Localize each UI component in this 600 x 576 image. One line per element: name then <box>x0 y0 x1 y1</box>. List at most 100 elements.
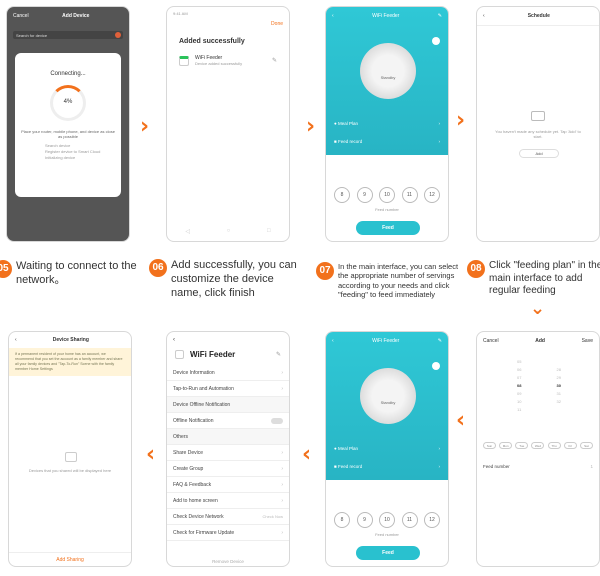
serving-option[interactable]: 11 <box>401 187 418 203</box>
step-text: In the main interface, you can select th… <box>338 262 459 300</box>
hour-option: 09 <box>517 391 522 396</box>
serving-option[interactable]: 8 <box>334 187 350 203</box>
toggle-switch[interactable] <box>271 417 283 424</box>
empty-message: Devices that you shared will be displaye… <box>28 468 112 473</box>
weekday-button[interactable]: Sat <box>579 442 593 449</box>
serving-picker[interactable]: 8 9 10 11 12 <box>334 512 440 528</box>
back-arrow-icon: ‹ <box>456 408 466 433</box>
serving-option[interactable]: 12 <box>424 512 440 528</box>
back-icon[interactable]: ‹ <box>332 338 334 344</box>
hour-column[interactable]: 05 06 07 08 09 10 11 <box>517 358 521 414</box>
feed-button[interactable]: Feed <box>356 221 420 235</box>
add-sharing-button[interactable]: Add Sharing <box>9 552 131 566</box>
meal-plan-row[interactable]: ● Meal Plan › <box>334 117 440 129</box>
edit-icon[interactable]: ✎ <box>438 338 442 344</box>
menu-device-info[interactable]: Device Information › <box>167 365 289 381</box>
page-title: Device Sharing <box>52 337 89 343</box>
cancel-button[interactable]: Cancel <box>483 338 499 344</box>
check-now-link[interactable]: Check Now <box>263 514 283 519</box>
notice-banner: If a permanent resident of your home has… <box>9 348 131 377</box>
menu-label: Add to home screen <box>173 497 218 504</box>
empty-inbox-icon <box>531 111 545 121</box>
weekday-selector[interactable]: Sun Mon Tue Wed Thu Fri Sat <box>483 442 593 449</box>
recent-nav-icon[interactable]: □ <box>267 228 271 235</box>
serving-option[interactable]: 11 <box>401 512 418 528</box>
home-nav-icon[interactable]: ○ <box>227 228 231 235</box>
back-icon[interactable]: ‹ <box>332 13 334 19</box>
close-icon[interactable] <box>115 32 121 38</box>
menu-home-screen[interactable]: Add to home screen › <box>167 493 289 509</box>
step-text: Click "feeding plan" in the main interfa… <box>489 260 600 296</box>
weekday-button[interactable]: Fri <box>563 442 577 449</box>
menu-offline-notification[interactable]: Offline Notification <box>167 413 289 429</box>
back-icon[interactable]: ‹ <box>167 332 289 348</box>
settings-icon[interactable] <box>432 37 440 45</box>
weekday-button[interactable]: Mon <box>499 442 513 449</box>
feed-record-row[interactable]: ■ Feed record › <box>334 135 440 147</box>
back-nav-icon[interactable]: ◁ <box>185 228 190 235</box>
feed-number-value: 1 <box>590 464 593 469</box>
back-icon[interactable]: ‹ <box>483 13 485 19</box>
meal-plan-row[interactable]: ● Meal Plan › <box>334 442 440 454</box>
serving-option[interactable]: 9 <box>356 512 373 528</box>
save-button[interactable]: Save <box>582 338 593 344</box>
device-card: WiFi Feeder Device added successfully ✎ <box>167 51 289 70</box>
hour-option: 10 <box>517 399 522 404</box>
feed-number-row[interactable]: Feed number 1 <box>483 464 593 469</box>
step-08-caption: 08 Click "feeding plan" in the main inte… <box>467 260 600 298</box>
hour-option: 08 <box>517 383 522 388</box>
menu-share-device[interactable]: Share Device › <box>167 445 289 461</box>
section-label: Device Offline Notification <box>173 401 231 408</box>
edit-icon[interactable]: ✎ <box>276 351 281 358</box>
dialog-message: Place your router, mobile phone, and dev… <box>21 129 115 140</box>
minute-option: 30 <box>556 383 561 388</box>
serving-picker[interactable]: 8 9 10 11 12 <box>334 187 440 203</box>
feed-number-label: Feed number <box>375 207 399 212</box>
feeder-icon <box>175 350 184 359</box>
feed-number-label: Feed number <box>375 532 399 537</box>
chevron-right-icon: › <box>438 120 441 126</box>
nav-bar: Cancel Add Save <box>477 332 599 350</box>
feed-button[interactable]: Feed <box>356 546 420 560</box>
status-time: 9:41 AM <box>173 11 188 16</box>
done-button[interactable]: Done <box>271 21 283 27</box>
step-text: Add successfully, you can customize the … <box>171 259 297 299</box>
feed-record-row[interactable]: ■ Feed record › <box>334 460 440 472</box>
serving-option[interactable]: 8 <box>334 512 350 528</box>
hour-option: 11 <box>517 407 522 412</box>
serving-option[interactable]: 10 <box>379 187 395 203</box>
cancel-button[interactable]: Cancel <box>13 13 29 19</box>
search-bar-label: Search for device <box>16 33 48 38</box>
serving-option[interactable]: 12 <box>424 187 440 203</box>
weekday-button[interactable]: Wed <box>531 442 545 449</box>
minute-column[interactable]: 28 29 30 31 32 <box>557 358 561 414</box>
menu-create-group[interactable]: Create Group › <box>167 461 289 477</box>
back-icon[interactable]: ‹ <box>15 337 17 343</box>
remove-device-button[interactable]: Remove Device <box>167 559 289 564</box>
menu-firmware-update[interactable]: Check for Firmware Update › <box>167 525 289 541</box>
edit-icon[interactable]: ✎ <box>272 57 277 64</box>
minute-option: 28 <box>556 367 561 372</box>
weekday-button[interactable]: Thu <box>547 442 561 449</box>
weekday-button[interactable]: Sun <box>483 442 496 449</box>
hour-option: 07 <box>517 375 522 380</box>
menu-check-network[interactable]: Check Device Network Check Now <box>167 509 289 525</box>
screen-feeder-main: ‹ WiFi Feeder ✎ Standby ● Meal Plan › ■ F… <box>325 6 449 242</box>
chevron-right-icon: › <box>438 445 441 451</box>
settings-icon[interactable] <box>432 362 440 370</box>
menu-tap-to-run[interactable]: Tap-to-Run and Automation › <box>167 381 289 397</box>
device-name: WiFi Feeder <box>190 350 236 359</box>
page-title: Add Device <box>62 13 90 19</box>
meal-plan-label: Meal Plan <box>337 120 358 126</box>
edit-icon[interactable]: ✎ <box>438 13 442 19</box>
nav-bar: ‹ Device Sharing <box>9 332 131 348</box>
step-05-caption: 05 Waiting to connect to the network。 <box>0 260 144 288</box>
menu-faq[interactable]: FAQ & Feedback › <box>167 477 289 493</box>
weekday-button[interactable]: Tue <box>515 442 529 449</box>
serving-option[interactable]: 10 <box>379 512 395 528</box>
page-title: Schedule <box>527 13 550 19</box>
time-picker[interactable]: 05 06 07 08 09 10 11 28 29 30 31 32 <box>517 358 561 414</box>
status-label: Standby <box>380 400 396 405</box>
serving-option[interactable]: 9 <box>356 187 373 203</box>
add-button[interactable]: Add <box>519 149 559 158</box>
